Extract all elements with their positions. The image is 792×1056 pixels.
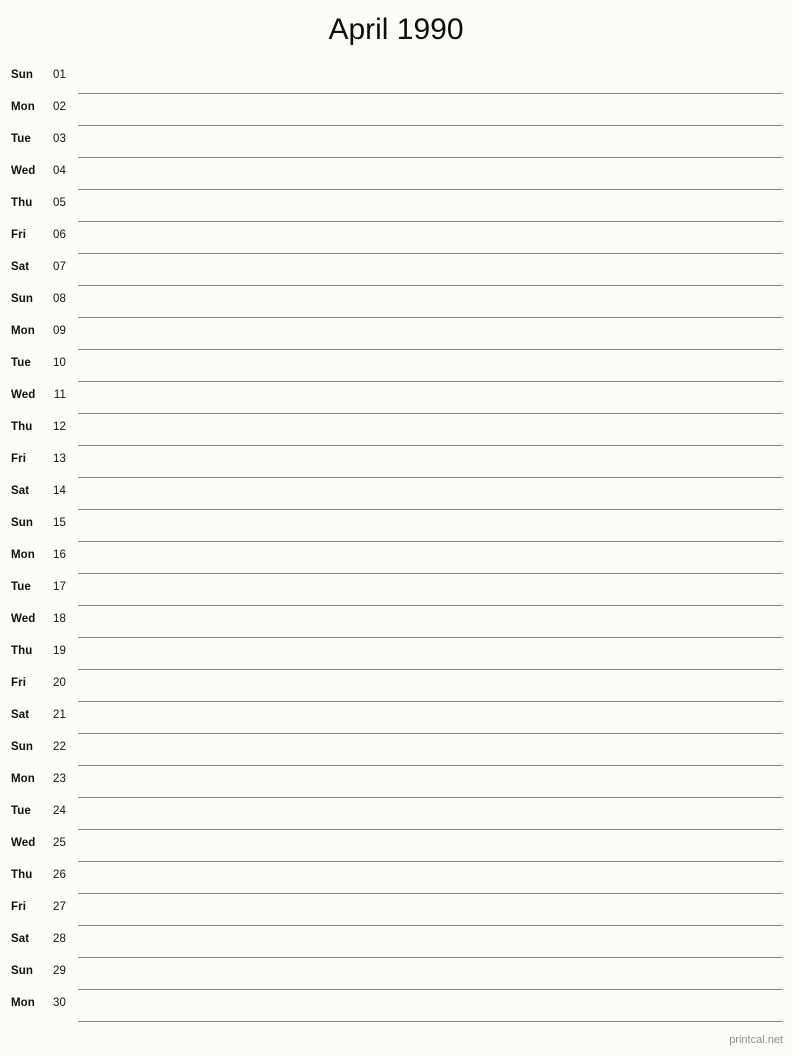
weekday-label: Thu [11, 197, 33, 209]
day-number: 14 [53, 485, 66, 497]
weekday-label: Wed [11, 389, 36, 401]
day-row[interactable]: Wed 18 [0, 606, 792, 638]
day-number: 07 [53, 261, 66, 273]
day-number: 22 [53, 741, 66, 753]
day-number: 17 [53, 581, 66, 593]
day-row[interactable]: Tue 10 [0, 350, 792, 382]
weekday-label: Fri [11, 677, 26, 689]
day-row[interactable]: Mon 09 [0, 318, 792, 350]
day-row[interactable]: Tue 24 [0, 798, 792, 830]
weekday-label: Mon [11, 549, 35, 561]
weekday-label: Sun [11, 69, 34, 81]
day-number: 30 [53, 997, 66, 1009]
day-row[interactable]: Fri 20 [0, 670, 792, 702]
day-number: 10 [53, 357, 66, 369]
day-number: 11 [53, 389, 66, 401]
weekday-label: Sat [11, 709, 30, 721]
day-row[interactable]: Sun 29 [0, 958, 792, 990]
day-row[interactable]: Tue 03 [0, 126, 792, 158]
day-row[interactable]: Mon 23 [0, 766, 792, 798]
day-row[interactable]: Wed 11 [0, 382, 792, 414]
note-writing-line[interactable] [78, 1021, 783, 1022]
day-number: 23 [53, 773, 66, 785]
weekday-label: Wed [11, 613, 36, 625]
weekday-label: Sat [11, 261, 30, 273]
day-number: 27 [53, 901, 66, 913]
day-number: 06 [53, 229, 66, 241]
day-number: 18 [53, 613, 66, 625]
weekday-label: Tue [11, 805, 31, 817]
day-row[interactable]: Fri 13 [0, 446, 792, 478]
weekday-label: Thu [11, 869, 33, 881]
day-row-list: Sun 01 Mon 02 Tue 03 Wed 04 Thu 05 Fri 06 Sat 07 Sun 08… [0, 62, 792, 1022]
day-number: 21 [53, 709, 66, 721]
day-row[interactable]: Thu 12 [0, 414, 792, 446]
weekday-label: Sun [11, 293, 34, 305]
day-row[interactable]: Thu 19 [0, 638, 792, 670]
day-number: 19 [53, 645, 66, 657]
weekday-label: Tue [11, 133, 31, 145]
day-number: 04 [53, 165, 66, 177]
day-row[interactable]: Sun 01 [0, 62, 792, 94]
day-number: 13 [53, 453, 66, 465]
day-number: 09 [53, 325, 66, 337]
day-number: 16 [53, 549, 66, 561]
day-row[interactable]: Sun 08 [0, 286, 792, 318]
page-title: April 1990 [328, 13, 464, 46]
day-number: 12 [53, 421, 66, 433]
printcal-watermark: printcal.net [729, 1034, 783, 1046]
weekday-label: Fri [11, 901, 26, 913]
weekday-label: Fri [11, 453, 26, 465]
day-row[interactable]: Fri 27 [0, 894, 792, 926]
calendar-page: April 1990 Sun 01 Mon 02 Tue 03 Wed 04 Thu 05 Fri 0… [0, 0, 792, 1056]
day-row[interactable]: Sat 14 [0, 478, 792, 510]
weekday-label: Sun [11, 741, 34, 753]
weekday-label: Mon [11, 325, 35, 337]
day-row[interactable]: Fri 06 [0, 222, 792, 254]
day-row[interactable]: Tue 17 [0, 574, 792, 606]
weekday-label: Tue [11, 357, 31, 369]
weekday-label: Sun [11, 517, 34, 529]
weekday-label: Wed [11, 837, 36, 849]
day-number: 20 [53, 677, 66, 689]
day-row[interactable]: Sat 07 [0, 254, 792, 286]
weekday-label: Wed [11, 165, 36, 177]
day-row[interactable]: Sun 22 [0, 734, 792, 766]
day-row[interactable]: Mon 16 [0, 542, 792, 574]
day-number: 03 [53, 133, 66, 145]
day-number: 15 [53, 517, 66, 529]
day-row[interactable]: Wed 25 [0, 830, 792, 862]
weekday-label: Tue [11, 581, 31, 593]
weekday-label: Fri [11, 229, 26, 241]
day-row[interactable]: Sat 28 [0, 926, 792, 958]
day-number: 24 [53, 805, 66, 817]
weekday-label: Thu [11, 421, 33, 433]
day-row[interactable]: Mon 30 [0, 990, 792, 1022]
day-number: 02 [53, 101, 66, 113]
day-row[interactable]: Sat 21 [0, 702, 792, 734]
weekday-label: Sun [11, 965, 34, 977]
weekday-label: Mon [11, 101, 35, 113]
weekday-label: Thu [11, 645, 33, 657]
day-number: 28 [53, 933, 66, 945]
day-row[interactable]: Thu 05 [0, 190, 792, 222]
day-number: 05 [53, 197, 66, 209]
day-row[interactable]: Thu 26 [0, 862, 792, 894]
day-number: 26 [53, 869, 66, 881]
weekday-label: Mon [11, 773, 35, 785]
day-row[interactable]: Wed 04 [0, 158, 792, 190]
day-row[interactable]: Sun 15 [0, 510, 792, 542]
weekday-label: Mon [11, 997, 35, 1009]
day-number: 29 [53, 965, 66, 977]
day-number: 08 [53, 293, 66, 305]
weekday-label: Sat [11, 933, 30, 945]
weekday-label: Sat [11, 485, 30, 497]
day-row[interactable]: Mon 02 [0, 94, 792, 126]
day-number: 25 [53, 837, 66, 849]
day-number: 01 [53, 69, 66, 81]
